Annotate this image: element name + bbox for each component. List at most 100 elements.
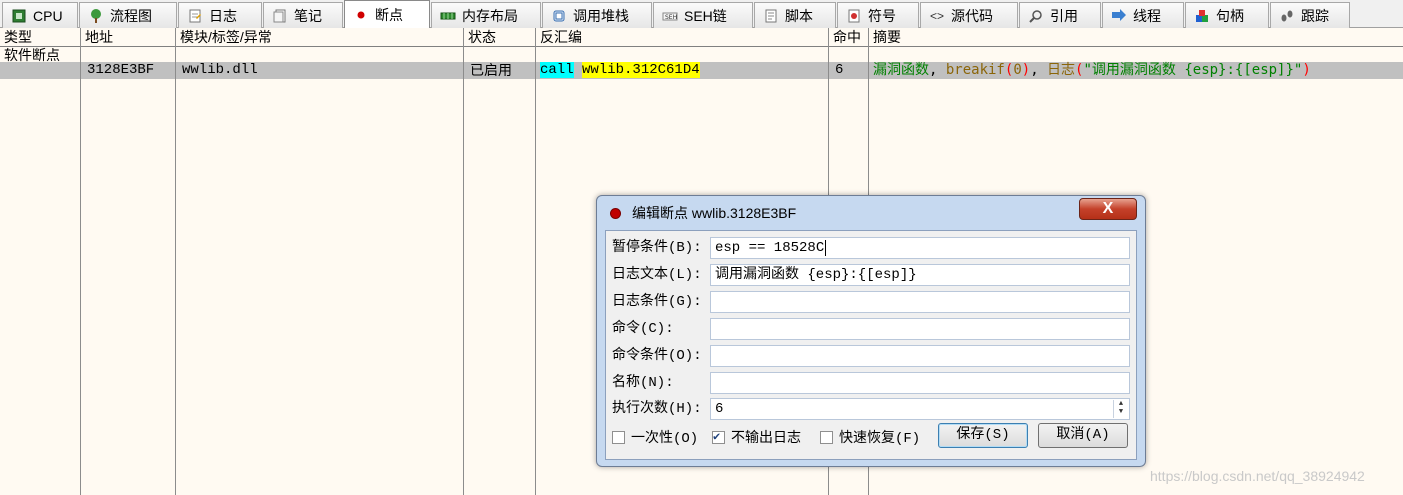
log-condition-input[interactable] (710, 291, 1130, 313)
break-condition-label: 暂停条件(B): (612, 240, 702, 256)
column-header-address[interactable]: 地址 (81, 28, 113, 46)
summary-sep: , (929, 62, 946, 78)
tab-notes[interactable]: 笔记 (263, 2, 343, 28)
field-row-command-condition: 命令条件(O): (606, 344, 1138, 368)
close-button[interactable]: X (1079, 198, 1137, 220)
hit-count-spinbox[interactable]: 6 ▲ ▼ (710, 398, 1130, 420)
silent-label: 不输出日志 (731, 431, 801, 447)
dialog-title-bar[interactable]: 编辑断点 wwlib.3128E3BF (597, 196, 1145, 230)
tab-log[interactable]: 日志 (178, 2, 262, 28)
checkbox-box[interactable] (612, 430, 625, 444)
name-input[interactable] (710, 372, 1130, 394)
tab-label: 脚本 (785, 7, 813, 24)
cell-module: wwlib.dll (182, 62, 258, 78)
log-condition-label: 日志条件(G): (612, 294, 702, 310)
cell-disassembly: call wwlib.312C61D4 (536, 62, 700, 79)
trace-icon (1279, 8, 1295, 24)
tab-label: 句柄 (1216, 7, 1244, 24)
command-label: 命令(C): (612, 321, 674, 337)
tab-handles[interactable]: 句柄 (1185, 2, 1269, 28)
dialog-body: 暂停条件(B): esp == 18528C 日志文本(L): 调用漏洞函数 {… (605, 230, 1137, 460)
log-text-input[interactable]: 调用漏洞函数 {esp}:{[esp]} (710, 264, 1130, 286)
tab-label: 跟踪 (1301, 7, 1329, 24)
name-label: 名称(N): (612, 375, 674, 391)
spin-down-icon[interactable]: ▼ (1114, 408, 1128, 416)
tab-graph[interactable]: 流程图 (79, 2, 177, 28)
column-header-disassembly[interactable]: 反汇编 (536, 28, 582, 46)
cancel-button[interactable]: 取消(A) (1038, 423, 1128, 448)
cell-status: 已启用 (470, 62, 512, 78)
tab-symbols[interactable]: 符号 (837, 2, 919, 28)
tab-label: 源代码 (951, 7, 993, 24)
field-row-break-condition: 暂停条件(B): esp == 18528C (606, 236, 1138, 260)
field-row-log-condition: 日志条件(G): (606, 290, 1138, 314)
tab-label: 断点 (375, 7, 403, 23)
command-condition-label: 命令条件(O): (612, 348, 702, 364)
tab-label: 内存布局 (462, 7, 518, 24)
cell-hits: 6 (835, 62, 844, 78)
summary-paren: ) (1302, 62, 1311, 78)
log-icon (187, 8, 203, 24)
disasm-operand: wwlib.312C61D4 (582, 62, 700, 78)
tab-script[interactable]: 脚本 (754, 2, 836, 28)
column-header-module[interactable]: 模块/标签/异常 (176, 28, 272, 46)
seh-icon: SEH (662, 8, 678, 24)
checkbox-box[interactable] (820, 430, 833, 444)
tab-label: 引用 (1050, 7, 1078, 24)
tab-label: 调用堆栈 (573, 7, 629, 24)
dialog-title: 编辑断点 wwlib.3128E3BF (632, 205, 797, 221)
column-divider (175, 28, 176, 495)
symbol-icon (846, 8, 862, 24)
save-button[interactable]: 保存(S) (938, 423, 1028, 448)
summary-breakif: breakif (945, 62, 1005, 78)
handle-icon (1194, 8, 1210, 24)
disasm-mnemonic: call (540, 62, 574, 78)
tab-label: 线程 (1133, 7, 1161, 24)
tab-seh[interactable]: SEH SEH链 (653, 2, 753, 28)
tab-references[interactable]: 引用 (1019, 2, 1101, 28)
source-icon: <> (929, 8, 944, 23)
tab-trace[interactable]: 跟踪 (1270, 2, 1350, 28)
summary-zero: 0 (1013, 62, 1022, 78)
tab-threads[interactable]: 线程 (1102, 2, 1184, 28)
tab-breakpoints[interactable]: 断点 (344, 0, 430, 29)
field-row-hit-count: 执行次数(H): 6 ▲ ▼ (606, 397, 1138, 421)
command-input[interactable] (710, 318, 1130, 340)
fast-resume-checkbox[interactable]: 快速恢复(F) (820, 427, 920, 447)
svg-text:SEH: SEH (665, 14, 677, 21)
tab-cpu[interactable]: CPU (2, 2, 78, 28)
cell-address: 3128E3BF (87, 62, 155, 78)
column-header-type[interactable]: 类型 (0, 28, 32, 46)
column-header-status[interactable]: 状态 (464, 28, 496, 46)
column-divider (80, 28, 81, 495)
tab-source[interactable]: <> 源代码 (920, 2, 1018, 28)
field-row-command: 命令(C): (606, 317, 1138, 341)
checkbox-box[interactable] (712, 429, 725, 444)
command-condition-input[interactable] (710, 345, 1130, 367)
once-checkbox[interactable]: 一次性(O) (612, 427, 698, 447)
tab-label: SEH链 (684, 7, 727, 24)
breakpoint-icon (353, 7, 369, 23)
cell-summary: 漏洞函数, breakif(0), 日志("调用漏洞函数 {esp}:{[esp… (869, 62, 1311, 79)
note-icon (272, 8, 288, 24)
tab-label: 笔记 (294, 7, 322, 24)
silent-checkbox[interactable]: 不输出日志 (712, 427, 801, 447)
break-condition-input[interactable]: esp == 18528C (710, 237, 1130, 259)
tab-label: 流程图 (110, 7, 152, 24)
column-divider (463, 28, 464, 495)
log-text-label: 日志文本(L): (612, 267, 702, 283)
tab-label: CPU (33, 7, 63, 24)
spin-up-icon[interactable]: ▲ (1114, 400, 1128, 408)
hit-count-value: 6 (715, 401, 724, 417)
hit-count-label: 执行次数(H): (612, 401, 702, 417)
summary-log: 日志 (1047, 62, 1076, 78)
memory-map-icon (440, 8, 456, 24)
column-header-hits[interactable]: 命中 (829, 28, 861, 46)
summary-label: 漏洞函数 (873, 62, 929, 78)
tab-call-stack[interactable]: 调用堆栈 (542, 2, 652, 28)
column-header-summary[interactable]: 摘要 (869, 28, 901, 46)
field-row-log-text: 日志文本(L): 调用漏洞函数 {esp}:{[esp]} (606, 263, 1138, 287)
dialog-footer: 一次性(O) 不输出日志 快速恢复(F) 保存(S) 取消(A) (606, 421, 1138, 451)
spin-buttons[interactable]: ▲ ▼ (1113, 400, 1128, 418)
tab-memory-map[interactable]: 内存布局 (431, 2, 541, 28)
